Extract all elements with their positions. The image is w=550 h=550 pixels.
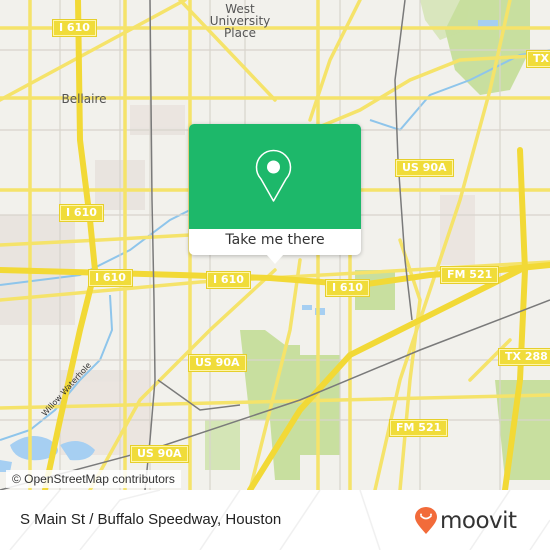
route-shield-us90a: US 90A (395, 159, 454, 177)
route-shield-fm521: FM 521 (388, 419, 449, 437)
route-shield-us90a: US 90A (188, 354, 247, 372)
map-canvas[interactable]: West University Place Bellaire I 610 I 6… (0, 0, 550, 490)
route-shield-i610: I 610 (59, 204, 104, 222)
place-label-west-university-place: West University Place (200, 3, 280, 39)
map-attribution[interactable]: © OpenStreetMap contributors (6, 470, 181, 488)
map-pin-icon (255, 149, 292, 202)
place-label-line: Bellaire (61, 92, 107, 106)
route-shield-i610: I 610 (52, 19, 97, 37)
take-me-there-button[interactable]: Take me there (189, 230, 361, 250)
place-label-line: Place (224, 26, 256, 40)
moovit-logo[interactable]: moovit (414, 507, 517, 535)
footer: S Main St / Buffalo Speedway, Houston mo… (0, 490, 550, 550)
route-shield-tx: TX (526, 50, 550, 68)
popup-pointer (266, 254, 284, 264)
route-shield-i610: I 610 (325, 279, 370, 297)
take-me-there-popup[interactable]: Take me there (189, 124, 361, 264)
stop-address: S Main St / Buffalo Speedway, Houston (20, 511, 282, 528)
moovit-pin-icon (415, 507, 437, 534)
route-shield-fm521: FM 521 (439, 266, 500, 284)
route-shield-tx288: TX 288 (498, 348, 550, 366)
popup-header[interactable] (189, 124, 361, 229)
route-shield-us90a: US 90A (130, 445, 189, 463)
moovit-wordmark: moovit (440, 508, 517, 534)
route-shield-i610: I 610 (206, 271, 251, 289)
route-shield-i610: I 610 (88, 269, 133, 287)
place-label-bellaire: Bellaire (58, 93, 110, 105)
